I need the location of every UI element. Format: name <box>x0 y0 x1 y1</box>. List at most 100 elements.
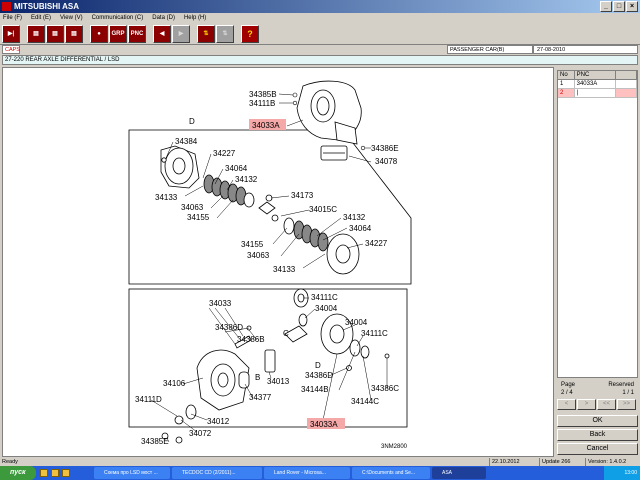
status-date: 22.10.2012 <box>490 458 540 466</box>
reserved-prev-button[interactable]: << <box>597 399 616 410</box>
taskbar-item-active[interactable]: ASA <box>432 467 486 479</box>
asa-window: MITSUBISHI ASA _ □ × File (F) Edit (E) V… <box>0 0 640 480</box>
app-icon <box>2 2 11 11</box>
section-letter-d2: D <box>315 361 321 370</box>
part-34133-b: 34133 <box>273 265 296 274</box>
page-counter: 2 / 4 <box>561 390 573 396</box>
page-prev-button[interactable]: < <box>557 399 576 410</box>
back-button[interactable]: Back <box>557 429 638 441</box>
next-page-icon[interactable]: ▶ <box>172 24 190 43</box>
pnc-input-cell[interactable]: | <box>574 89 616 98</box>
exit-icon[interactable]: ▶| <box>2 24 20 43</box>
part-34111c-b: 34111C <box>361 329 388 338</box>
part-34033a-bottom[interactable]: 34033A <box>310 420 338 429</box>
save-icon[interactable]: ● <box>90 24 108 43</box>
group-search-button[interactable]: GRP <box>109 24 127 43</box>
part-34385e: 34385E <box>141 437 169 446</box>
taskbar-item[interactable]: Land Rover - Microsa... <box>264 467 350 479</box>
menu-help[interactable]: Help (H) <box>184 13 206 23</box>
part-34386d-b: 34386D <box>305 371 333 380</box>
col-extra <box>615 71 637 80</box>
transfer-icon[interactable]: ⇅ <box>197 24 215 43</box>
reserved-next-button[interactable]: >> <box>617 399 636 410</box>
col-pnc[interactable]: PNC <box>574 71 616 80</box>
ok-button[interactable]: OK <box>557 415 638 427</box>
part-34227-b: 34227 <box>365 239 388 248</box>
illustration-code: 3NM2800 <box>381 444 408 450</box>
part-34377: 34377 <box>249 393 272 402</box>
part-34111c-a: 34111C <box>311 293 338 302</box>
part-34111b: 34111B <box>249 99 275 108</box>
part-34063-b: 34063 <box>247 251 270 260</box>
toolbar: ▶| ▤ ▤ ▤ ● GRP PNC ◀ ▶ ⇅ ⇅ ? <box>0 23 640 45</box>
close-button[interactable]: × <box>626 1 638 12</box>
minimize-button[interactable]: _ <box>600 1 612 12</box>
quick-launch-icon[interactable] <box>51 469 59 477</box>
part-34078: 34078 <box>375 157 398 166</box>
start-button[interactable]: пуск <box>0 466 36 480</box>
part-34004-b: 34004 <box>345 318 368 327</box>
prev-page-icon[interactable]: ◀ <box>153 24 171 43</box>
part-34013: 34013 <box>267 377 290 386</box>
page-next-button[interactable]: > <box>577 399 596 410</box>
parts-diagram: D B C D 3NM2800 34385B 34111B 34033A 343… <box>2 67 554 457</box>
part-34015c: 34015C <box>309 205 337 214</box>
part-34385b: 34385B <box>249 90 277 99</box>
part-34063-a: 34063 <box>181 203 204 212</box>
maximize-button[interactable]: □ <box>613 1 625 12</box>
part-34386b: 34386B <box>237 335 265 344</box>
part-34155-a: 34155 <box>187 213 210 222</box>
quick-launch-icon[interactable] <box>40 469 48 477</box>
menu-file[interactable]: File (F) <box>3 13 22 23</box>
part-34072: 34072 <box>189 429 212 438</box>
menu-view[interactable]: View (V) <box>60 13 83 23</box>
preview-icon[interactable]: ▤ <box>65 24 83 43</box>
status-text: Ready <box>0 458 490 466</box>
part-34111d: 34111D <box>135 395 162 404</box>
help-icon[interactable]: ? <box>241 24 259 43</box>
row-pnc: 34033A <box>574 80 616 89</box>
col-no[interactable]: No <box>558 71 575 80</box>
part-34384: 34384 <box>175 137 198 146</box>
taskbar-item[interactable]: C:\Documents and Se... <box>352 467 430 479</box>
status-bar: Ready 22.10.2012 Update 266 Version: 1.4… <box>0 458 640 466</box>
part-34155-b: 34155 <box>241 240 264 249</box>
reserved-counter: 1 / 1 <box>622 390 634 396</box>
caps-indicator: CAPS <box>2 45 20 54</box>
quick-launch-icon[interactable] <box>62 469 70 477</box>
menu-data[interactable]: Data (D) <box>152 13 175 23</box>
part-34132-a: 34132 <box>235 175 258 184</box>
system-clock[interactable]: 13:00 <box>604 466 640 480</box>
part-34386d-a: 34386D <box>215 323 243 332</box>
taskbar: пуск Схема про LSD мост ... TECDOC CD (2… <box>0 466 640 480</box>
vehicle-type: PASSENGER CAR(B) <box>447 45 533 54</box>
part-34227-a: 34227 <box>213 149 236 158</box>
print-icon[interactable]: ▤ <box>27 24 45 43</box>
right-panel: No PNC 1 34033A 2 | Page Reserved 2 / 4 <box>557 70 638 458</box>
taskbar-item[interactable]: TECDOC CD (2/2011)... <box>172 467 262 479</box>
exploded-view-drawing: D B C D 3NM2800 34385B 34111B 34033A 343… <box>128 80 412 450</box>
table-row[interactable]: 1 34033A <box>558 80 637 89</box>
menu-communication[interactable]: Communication (C) <box>92 13 144 23</box>
pnc-search-button[interactable]: PNC <box>128 24 146 43</box>
part-34106: 34106 <box>163 379 186 388</box>
section-letter-b: B <box>255 373 260 382</box>
window-title: MITSUBISHI ASA <box>14 2 80 11</box>
print-all-icon[interactable]: ▤ <box>46 24 64 43</box>
part-34386c: 34386C <box>371 384 399 393</box>
group-title: 27-220 REAR AXLE DIFFERENTIAL / LSD <box>2 55 638 65</box>
part-34033a-top[interactable]: 34033A <box>252 121 280 130</box>
taskbar-item[interactable]: Схема про LSD мост ... <box>94 467 170 479</box>
part-34064-a: 34064 <box>225 164 248 173</box>
part-34004-a: 34004 <box>315 304 338 313</box>
row-no: 1 <box>558 80 575 89</box>
cancel-button[interactable]: Cancel <box>557 443 638 455</box>
clipboard-icon[interactable]: ⇅ <box>216 24 234 43</box>
page-label: Page <box>561 382 576 388</box>
differential-assembly-lower <box>161 288 390 444</box>
table-row[interactable]: 2 | <box>558 89 637 98</box>
title-bar: MITSUBISHI ASA _ □ × <box>0 0 640 13</box>
pager: Page Reserved 2 / 4 1 / 1 < > << >> <box>557 381 638 410</box>
menu-edit[interactable]: Edit (E) <box>31 13 51 23</box>
part-34144c: 34144C <box>351 397 379 406</box>
